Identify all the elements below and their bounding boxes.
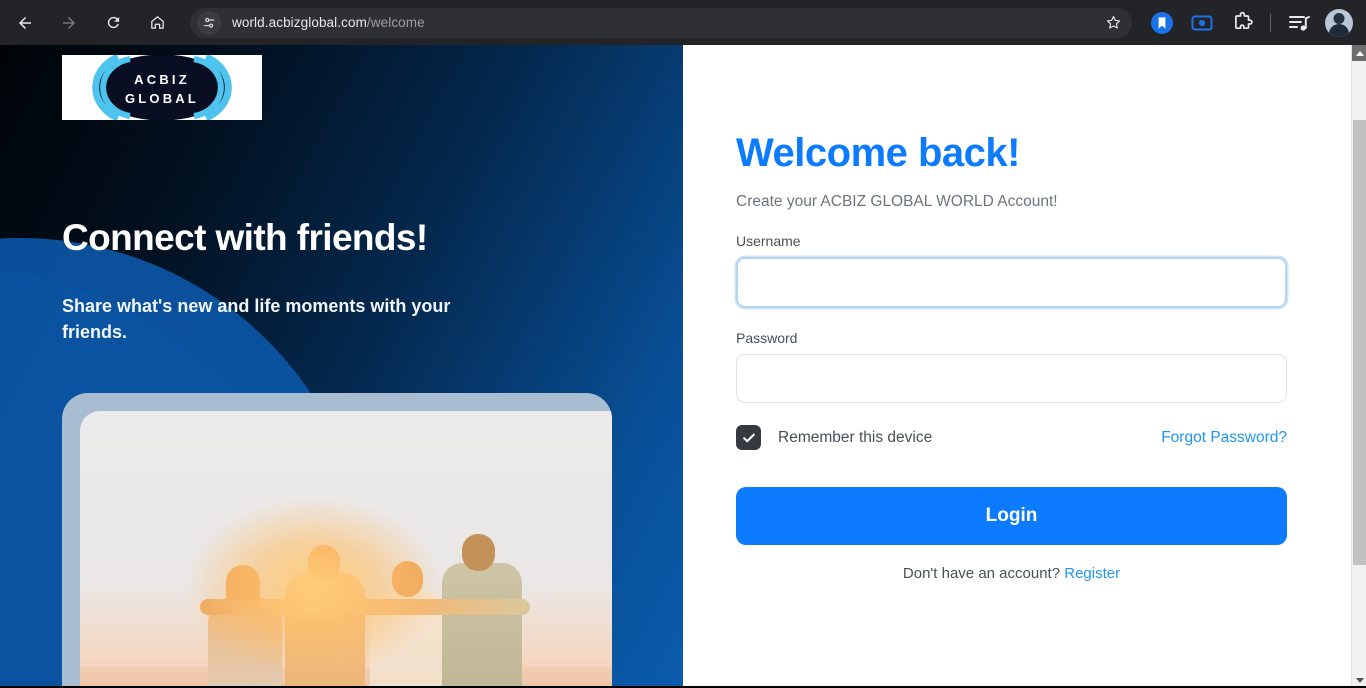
- scroll-down-arrow-icon: [1355, 677, 1364, 683]
- remember-device-control[interactable]: Remember this device: [736, 425, 932, 450]
- register-link[interactable]: Register: [1064, 565, 1120, 582]
- username-field-group: Username: [736, 233, 1287, 308]
- extensions-puzzle-icon: [1235, 11, 1253, 29]
- media-playlist-icon-button[interactable]: [1285, 9, 1313, 37]
- forgot-password-link[interactable]: Forgot Password?: [1161, 429, 1287, 447]
- toolbar-separator: [1270, 13, 1271, 32]
- svg-text:ACBIZ: ACBIZ: [134, 72, 190, 87]
- password-input[interactable]: [736, 354, 1287, 403]
- tune-sliders-icon: [203, 17, 215, 28]
- url-domain: world.acbizglobal.com: [232, 15, 367, 30]
- avatar-body: [1329, 23, 1349, 37]
- page-subtitle: Create your ACBIZ GLOBAL WORLD Account!: [736, 193, 1058, 210]
- login-options-row: Remember this device Forgot Password?: [736, 425, 1287, 450]
- avatar-head: [1333, 12, 1345, 24]
- page-viewport: ACBIZ GLOBAL Connect with friends! Share…: [0, 45, 1351, 688]
- bookmark-manager-icon: [1151, 11, 1173, 34]
- login-panel: Welcome back! Create your ACBIZ GLOBAL W…: [683, 45, 1351, 688]
- arrow-right-icon: [63, 16, 75, 29]
- scroll-thumb[interactable]: [1353, 120, 1366, 565]
- remember-device-label: Remember this device: [778, 428, 933, 446]
- svg-text:GLOBAL: GLOBAL: [125, 91, 199, 106]
- home-icon: [150, 16, 164, 29]
- password-label: Password: [736, 330, 798, 346]
- back-button[interactable]: [10, 8, 40, 38]
- page-scrollbar[interactable]: [1351, 45, 1366, 688]
- toolbar-actions: [1142, 8, 1366, 37]
- promo-subtext: Share what's new and life moments with y…: [62, 296, 451, 343]
- scroll-up-arrow-icon: [1355, 50, 1364, 56]
- home-button[interactable]: [142, 8, 172, 38]
- username-input[interactable]: [736, 257, 1287, 308]
- login-button[interactable]: Login: [736, 487, 1287, 545]
- star-outline-icon: [1106, 15, 1120, 29]
- reload-icon: [107, 16, 119, 29]
- media-playlist-icon: [1289, 15, 1310, 31]
- promo-panel: ACBIZ GLOBAL Connect with friends! Share…: [0, 45, 683, 688]
- promo-headline: Connect with friends!: [62, 217, 428, 258]
- screen-capture-icon: [1191, 15, 1213, 30]
- register-prompt-row: Don't have an account? Register: [736, 565, 1287, 582]
- address-bar[interactable]: world.acbizglobal.com/welcome: [190, 7, 1132, 38]
- password-field-group: Password: [736, 330, 1287, 403]
- site-settings-button[interactable]: [197, 10, 221, 35]
- bookmark-manager-icon-button[interactable]: [1148, 9, 1176, 37]
- extensions-puzzle-icon-button[interactable]: [1228, 9, 1256, 37]
- url-path: /welcome: [366, 15, 425, 30]
- login-form: Welcome back! Create your ACBIZ GLOBAL W…: [736, 133, 1287, 582]
- acbiz-global-logo-icon: ACBIZ GLOBAL: [62, 55, 262, 120]
- browser-toolbar: world.acbizglobal.com/welcome: [0, 0, 1366, 45]
- forward-button[interactable]: [54, 8, 84, 38]
- page-title: Welcome back!: [736, 131, 1021, 175]
- screen-capture-icon-button[interactable]: [1188, 9, 1216, 37]
- reload-button[interactable]: [98, 8, 128, 38]
- photo-person-4-head: [462, 534, 495, 571]
- checkmark-icon: [742, 433, 755, 442]
- url-display: world.acbizglobal.com/welcome: [232, 15, 425, 30]
- username-label: Username: [736, 233, 801, 249]
- friends-sunset-photo: [80, 411, 612, 688]
- arrow-left-icon: [19, 16, 31, 29]
- brand-logo[interactable]: ACBIZ GLOBAL: [62, 55, 262, 120]
- avatar[interactable]: [1325, 8, 1353, 37]
- promo-photo-frame: [62, 393, 612, 688]
- remember-device-checkbox[interactable]: [736, 425, 761, 450]
- scroll-up-button[interactable]: [1352, 45, 1366, 61]
- photo-person-4: [442, 563, 522, 688]
- photo-sun-glow: [184, 495, 445, 676]
- register-prompt-text: Don't have an account?: [902, 565, 1061, 582]
- bookmark-star-button[interactable]: [1100, 10, 1126, 36]
